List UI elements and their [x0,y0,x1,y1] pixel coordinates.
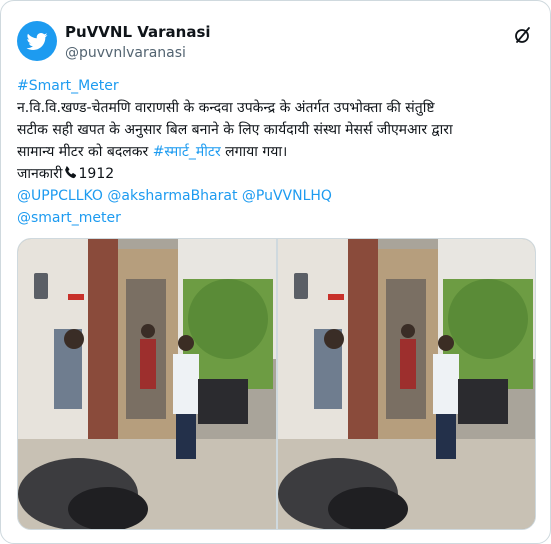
user-handle[interactable]: @puvvnlvaranasi [65,44,211,62]
telephone-icon [64,166,76,179]
tweet-card[interactable]: PuVVNL Varanasi @puvvnlvaranasi #Smart_M… [0,0,551,544]
mention-link[interactable]: @UPPCLLKO [17,188,103,204]
media-grid [17,238,536,530]
tweet-header: PuVVNL Varanasi @puvvnlvaranasi [17,21,537,65]
x-logo-icon[interactable] [513,25,533,45]
hashtag-link[interactable]: #Smart_Meter [17,78,119,94]
avatar[interactable] [17,21,57,61]
mention-link[interactable]: @PuVVNLHQ [242,188,332,204]
display-name[interactable]: PuVVNL Varanasi [65,23,211,42]
mention-link[interactable]: @aksharmaBharat [107,188,237,204]
info-number: 1912 [78,166,115,182]
photo-meter-installation-2[interactable] [278,239,535,529]
tweet-text: #Smart_Meter न.वि.वि.खण्ड-चेतमणि वाराणसी… [17,75,537,229]
body-line: सामान्य मीटर को बदलकर [17,144,153,160]
body-line: सटीक सही खपत के अनुसार बिल बनाने के लिए … [17,122,453,138]
mention-link[interactable]: @smart_meter [17,210,121,226]
hashtag-link[interactable]: #स्मार्ट_मीटर [153,144,221,160]
twitter-bird-icon [26,33,48,50]
photo-meter-installation-1[interactable] [18,239,276,529]
body-line: लगाया गया। [220,144,288,160]
info-label: जानकारी [17,166,63,182]
body-line: न.वि.वि.खण्ड-चेतमणि वाराणसी के कन्दवा उप… [17,100,435,116]
